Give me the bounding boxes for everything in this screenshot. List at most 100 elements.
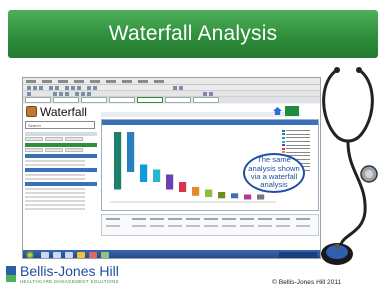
waterfall-bar[interactable] xyxy=(244,194,252,200)
table-value-cell xyxy=(258,225,272,227)
list-item[interactable] xyxy=(25,208,85,210)
waterfall-bar[interactable] xyxy=(257,194,265,200)
stethoscope-mouse-illustration xyxy=(321,67,378,265)
print-icon[interactable] xyxy=(49,86,53,90)
legend-label xyxy=(286,130,310,132)
copyright-notice: © Bellis-Jones Hill 2011 xyxy=(272,279,342,286)
table-header-cell xyxy=(222,218,236,220)
list-item[interactable] xyxy=(25,192,85,194)
list-item[interactable] xyxy=(25,174,85,176)
legend-swatch xyxy=(282,147,285,150)
table-value-cell xyxy=(276,225,290,227)
new-file-icon[interactable] xyxy=(27,86,31,90)
table-header-cell xyxy=(106,218,120,220)
waterfall-bar[interactable] xyxy=(231,193,239,199)
copy-icon[interactable] xyxy=(71,86,75,90)
taskbar-app-icon[interactable] xyxy=(65,252,73,258)
waterfall-bar[interactable] xyxy=(153,169,161,183)
windows-taskbar xyxy=(23,250,320,258)
tab-3[interactable] xyxy=(81,97,107,103)
callout-line-4: analysis xyxy=(260,180,288,190)
list-item[interactable] xyxy=(25,204,85,206)
selection-row xyxy=(25,148,97,152)
waterfall-bar[interactable] xyxy=(205,189,213,198)
menu-item-view[interactable] xyxy=(58,79,68,83)
waterfall-bar[interactable] xyxy=(192,187,200,196)
menu-item-format[interactable] xyxy=(90,79,100,83)
menu-item-tools[interactable] xyxy=(106,79,116,83)
app-title: Waterfall xyxy=(40,105,87,119)
callout-bubble: The same analysis shown via a waterfall … xyxy=(243,153,305,193)
table-value-cell xyxy=(186,225,200,227)
legend-label xyxy=(286,151,310,153)
search-input[interactable]: Search xyxy=(25,121,95,129)
font-icon[interactable] xyxy=(27,92,31,96)
waterfall-bar[interactable] xyxy=(114,132,122,190)
waterfall-bar[interactable] xyxy=(140,164,148,183)
filter-button-3[interactable] xyxy=(65,137,83,141)
waterfall-bar[interactable] xyxy=(179,182,187,192)
menu-item-insert[interactable] xyxy=(74,79,84,83)
undo-icon[interactable] xyxy=(87,86,91,90)
redo-icon[interactable] xyxy=(93,86,97,90)
italic-icon[interactable] xyxy=(59,92,63,96)
tab-6[interactable] xyxy=(165,97,191,103)
save-icon[interactable] xyxy=(39,86,43,90)
filter-button-1[interactable] xyxy=(25,137,43,141)
legend-label xyxy=(286,144,310,146)
font-color-icon[interactable] xyxy=(209,92,213,96)
table-value-cell xyxy=(296,225,310,227)
table-value-cell xyxy=(132,225,146,227)
table-header-cell xyxy=(276,218,290,220)
waterfall-bar[interactable] xyxy=(218,192,226,199)
taskbar-app-icon[interactable] xyxy=(101,252,109,258)
start-button-icon[interactable] xyxy=(26,251,34,258)
fill-color-icon[interactable] xyxy=(203,92,207,96)
table-header-cell xyxy=(240,218,254,220)
underline-icon[interactable] xyxy=(65,92,69,96)
tab-waterfall[interactable] xyxy=(137,97,163,103)
chart-icon[interactable] xyxy=(179,86,183,90)
align-left-icon[interactable] xyxy=(75,92,79,96)
list-item[interactable] xyxy=(25,178,85,180)
tab-2[interactable] xyxy=(53,97,79,103)
menu-item-file[interactable] xyxy=(26,79,36,83)
selection-button-3[interactable] xyxy=(65,148,83,152)
filter-button-2[interactable] xyxy=(45,137,63,141)
logo-name: Bellis-Jones Hill xyxy=(20,263,119,279)
list-item[interactable] xyxy=(25,200,85,202)
paste-icon[interactable] xyxy=(77,86,81,90)
chart-header xyxy=(102,120,318,125)
taskbar-app-icon[interactable] xyxy=(89,252,97,258)
list-item[interactable] xyxy=(25,188,85,190)
filter-buttons-row xyxy=(25,137,97,141)
taskbar-app-icon[interactable] xyxy=(77,252,85,258)
list-header-3 xyxy=(25,182,97,186)
list-item[interactable] xyxy=(25,164,85,166)
list-item[interactable] xyxy=(25,196,85,198)
sort-icon[interactable] xyxy=(173,86,177,90)
align-right-icon[interactable] xyxy=(87,92,91,96)
taskbar-app-icon[interactable] xyxy=(53,252,61,258)
align-center-icon[interactable] xyxy=(81,92,85,96)
menu-item-help[interactable] xyxy=(154,79,164,83)
menu-item-data[interactable] xyxy=(122,79,132,83)
cut-icon[interactable] xyxy=(65,86,69,90)
tab-1[interactable] xyxy=(25,97,51,103)
menu-item-window[interactable] xyxy=(138,79,148,83)
selection-button-2[interactable] xyxy=(45,148,63,152)
bold-icon[interactable] xyxy=(53,92,57,96)
open-file-icon[interactable] xyxy=(33,86,37,90)
selection-button-1[interactable] xyxy=(25,148,43,152)
taskbar-app-icon[interactable] xyxy=(41,252,49,258)
data-table xyxy=(101,214,319,236)
waterfall-bar[interactable] xyxy=(166,174,174,190)
tab-4[interactable] xyxy=(109,97,135,103)
legend-swatch xyxy=(282,136,285,139)
slide-title: Waterfall Analysis xyxy=(108,22,278,45)
tab-7[interactable] xyxy=(193,97,219,103)
waterfall-bar[interactable] xyxy=(127,132,135,172)
list-item[interactable] xyxy=(25,160,85,162)
menu-item-edit[interactable] xyxy=(42,79,52,83)
preview-icon[interactable] xyxy=(55,86,59,90)
